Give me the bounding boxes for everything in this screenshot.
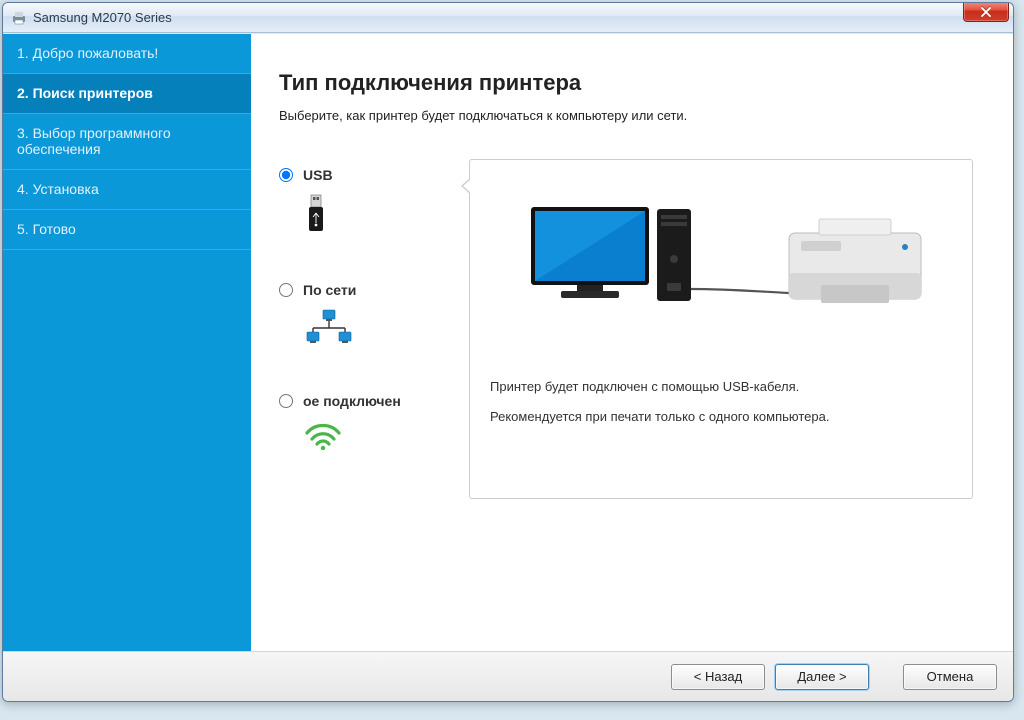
close-icon — [980, 7, 992, 17]
window-title: Samsung M2070 Series — [33, 10, 172, 25]
option-network[interactable]: По сети — [279, 282, 469, 349]
printer-icon — [11, 10, 27, 26]
radio-usb[interactable] — [279, 168, 293, 182]
installer-window: Samsung M2070 Series 1. Добро пожаловать… — [2, 2, 1014, 702]
sidebar-step-welcome[interactable]: 1. Добро пожаловать! — [3, 34, 251, 74]
option-label: USB — [303, 167, 333, 183]
preview-line-2: Рекомендуется при печати только с одного… — [490, 408, 952, 426]
network-icon — [303, 308, 469, 349]
sidebar-step-search[interactable]: 2. Поиск принтеров — [3, 74, 251, 114]
usb-icon — [303, 193, 469, 238]
page-title: Тип подключения принтера — [279, 70, 973, 96]
sidebar-step-install[interactable]: 4. Установка — [3, 170, 251, 210]
cancel-button[interactable]: Отмена — [903, 664, 997, 690]
connection-options: USB — [279, 159, 469, 499]
next-button[interactable]: Далее > — [775, 664, 869, 690]
preview-line-1: Принтер будет подключен с помощью USB-ка… — [490, 378, 952, 396]
body: 1. Добро пожаловать! 2. Поиск принтеров … — [3, 33, 1013, 651]
option-wireless[interactable]: ое подключен — [279, 393, 469, 454]
connection-illustration — [490, 184, 952, 344]
main-panel: Тип подключения принтера Выберите, как п… — [251, 34, 1013, 651]
sidebar: 1. Добро пожаловать! 2. Поиск принтеров … — [3, 34, 251, 651]
option-usb[interactable]: USB — [279, 167, 469, 238]
content-columns: USB — [279, 159, 973, 499]
sidebar-step-done[interactable]: 5. Готово — [3, 210, 251, 250]
wifi-icon — [303, 419, 469, 454]
footer: < Назад Далее > Отмена — [3, 651, 1013, 701]
option-label: По сети — [303, 282, 356, 298]
titlebar[interactable]: Samsung M2070 Series — [3, 3, 1013, 33]
page-subtitle: Выберите, как принтер будет подключаться… — [279, 108, 973, 123]
sidebar-step-software[interactable]: 3. Выбор программного обеспечения — [3, 114, 251, 171]
close-button[interactable] — [963, 2, 1009, 22]
radio-wireless[interactable] — [279, 394, 293, 408]
preview-panel: Принтер будет подключен с помощью USB-ка… — [469, 159, 973, 499]
back-button[interactable]: < Назад — [671, 664, 765, 690]
option-label: ое подключен — [303, 393, 401, 409]
radio-network[interactable] — [279, 283, 293, 297]
